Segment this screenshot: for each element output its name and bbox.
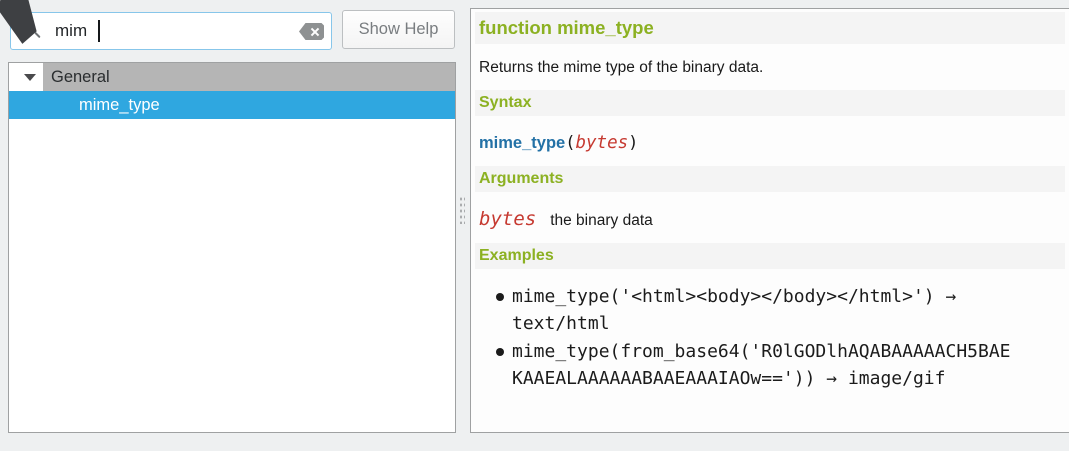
section-heading-arguments: Arguments — [475, 166, 1065, 192]
argument-row: bytes the binary data — [479, 208, 1061, 230]
section-heading-examples: Examples — [475, 243, 1065, 269]
example-text: mime_type('<html><body></body></html>') … — [512, 283, 1017, 337]
bullet-icon — [496, 293, 504, 301]
syntax-code-line: mime_type(bytes) — [479, 133, 1061, 153]
example-text: mime_type(from_base64('R0lGODlhAQABAAAAA… — [512, 338, 1017, 392]
examples-list: mime_type('<html><body></body></html>') … — [496, 283, 1065, 392]
splitter-handle[interactable] — [459, 196, 465, 224]
syntax-argument: bytes — [575, 133, 628, 153]
function-tree: General mime_type — [8, 62, 456, 433]
tree-group-general[interactable]: General — [9, 63, 455, 91]
tree-group-label: General — [51, 63, 110, 91]
example-item: mime_type('<html><body></body></html>') … — [496, 283, 1065, 337]
help-description: Returns the mime type of the binary data… — [479, 59, 1061, 77]
help-panel: function mime_type Returns the mime type… — [470, 8, 1069, 433]
example-item: mime_type(from_base64('R0lGODlhAQABAAAAA… — [496, 338, 1065, 392]
bullet-icon — [496, 348, 504, 356]
syntax-function-name: mime_type — [479, 134, 565, 152]
search-input[interactable] — [10, 12, 332, 50]
text-caret — [98, 20, 100, 42]
argument-name: bytes — [479, 208, 536, 230]
syntax-open-paren: ( — [565, 133, 575, 153]
syntax-close-paren: ) — [628, 133, 638, 153]
show-help-button[interactable]: Show Help — [342, 10, 455, 49]
section-heading-syntax: Syntax — [475, 90, 1065, 116]
search-field — [10, 12, 332, 50]
chevron-down-icon[interactable] — [24, 74, 36, 81]
help-title: function mime_type — [475, 12, 1065, 44]
tree-item-mime-type[interactable]: mime_type — [9, 91, 455, 119]
help-browser-window: Show Help General mime_type function mim… — [0, 0, 1069, 451]
argument-description: the binary data — [550, 212, 653, 230]
